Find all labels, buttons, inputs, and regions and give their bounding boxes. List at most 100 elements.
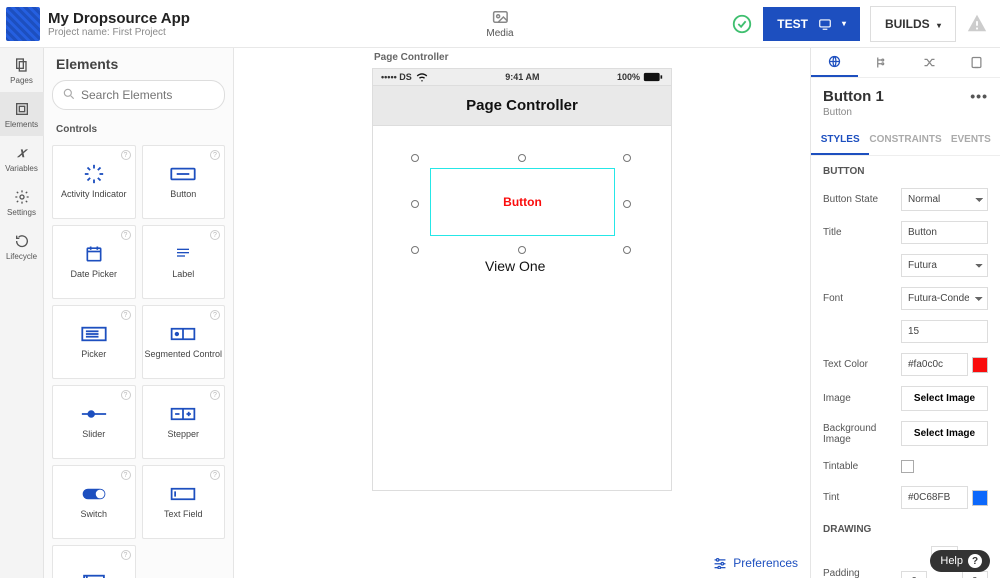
rail-lifecycle[interactable]: Lifecycle [0,224,44,268]
status-bar: ••••• DS 9:41 AM 100% [372,68,672,86]
rail-pages[interactable]: Pages [0,48,44,92]
builds-button[interactable]: BUILDS ▾ [870,6,956,42]
help-icon[interactable]: ? [121,230,131,240]
rail-elements[interactable]: Elements [0,92,44,136]
select-button-state[interactable]: Normal [901,188,988,211]
search-input[interactable] [52,80,225,110]
el-button[interactable]: ?Button [142,145,226,219]
lines-icon [169,244,197,264]
swatch-tint[interactable] [972,490,988,506]
warning-icon[interactable] [966,12,990,36]
input-tint[interactable] [901,486,968,509]
resize-handle[interactable] [623,154,631,162]
el-picker[interactable]: ? Picker [52,305,136,379]
label-tint: Tint [823,492,901,503]
help-button[interactable]: Help ? [930,550,990,572]
help-icon[interactable]: ? [210,150,220,160]
help-icon[interactable]: ? [121,310,131,320]
button-element[interactable]: Button [431,169,614,235]
help-icon[interactable]: ? [210,310,220,320]
rail-label: Elements [5,120,38,129]
help-icon[interactable]: ? [121,390,131,400]
component-header: Button 1 ••• [811,78,1000,107]
card-label: Stepper [167,430,199,440]
el-extra[interactable]: ? [52,545,136,578]
resize-handle[interactable] [411,246,419,254]
help-icon[interactable]: ? [210,390,220,400]
battery-icon [643,72,663,82]
el-date-picker[interactable]: ?Date Picker [52,225,136,299]
title-area: My Dropsource App Project name: First Pr… [48,10,190,38]
help-icon[interactable]: ? [121,470,131,480]
resize-handle[interactable] [411,200,419,208]
media-tab[interactable]: Media [486,8,513,39]
props-scroll[interactable]: BUTTON Button State Normal Title Futura … [811,156,1000,578]
test-button[interactable]: TEST ▾ [763,7,860,41]
help-label: Help [940,555,963,567]
search-icon [62,87,76,101]
selected-element[interactable]: Button [430,168,615,236]
page-body[interactable]: Button View One [372,126,672,491]
search-wrap [52,80,225,110]
resize-handle[interactable] [518,246,526,254]
rail-settings[interactable]: Settings [0,180,44,224]
test-label: TEST [777,17,808,31]
canvas-area[interactable]: Page Controller ••••• DS 9:41 AM 100% Pa… [234,0,810,578]
el-segmented[interactable]: ?Segmented Control [142,305,226,379]
topbar: My Dropsource App Project name: First Pr… [0,0,1000,48]
input-title[interactable] [901,221,988,244]
card-label: Picker [81,350,106,360]
caret-down-icon: ▾ [937,21,941,30]
help-icon[interactable]: ? [121,550,131,560]
textfield-icon [169,484,197,504]
select-image-button[interactable]: Select Image [901,386,988,411]
row-image: Image Select Image [811,381,1000,416]
card-label: Slider [82,430,105,440]
el-textfield[interactable]: ?Text Field [142,465,226,539]
more-menu[interactable]: ••• [970,88,988,104]
help-icon[interactable]: ? [210,230,220,240]
select-bg-image-button[interactable]: Select Image [901,421,988,446]
card-label: Label [172,270,194,280]
left-rail: Pages Elements 𝑥 Variables Settings Life… [0,0,44,578]
tab-tree[interactable] [858,48,905,77]
row-tint: Tint [811,481,1000,514]
status-ok-icon [731,13,753,35]
el-slider[interactable]: ? Slider [52,385,136,459]
row-tintable: Tintable [811,451,1000,481]
select-font-family[interactable]: Futura [901,254,988,277]
tab-shuffle[interactable] [906,48,953,77]
tab-constraints[interactable]: CONSTRAINTS [869,126,941,155]
project-line: Project name: First Project [48,27,190,38]
tab-events[interactable]: EVENTS [942,126,1000,155]
preferences-link[interactable]: Preferences [713,556,798,570]
resize-handle[interactable] [623,246,631,254]
label-title: Title [823,227,901,238]
swatch-text-color[interactable] [972,357,988,373]
label-button-state: Button State [823,194,901,205]
el-stepper[interactable]: ? Stepper [142,385,226,459]
pad-left[interactable] [901,571,927,578]
caret-down-icon: ▾ [842,19,846,28]
help-icon[interactable]: ? [210,470,220,480]
select-font-face[interactable]: Futura-CondensedMed [901,287,988,310]
tab-device[interactable] [953,48,1000,77]
el-label[interactable]: ? Label [142,225,226,299]
resize-handle[interactable] [411,154,419,162]
help-icon[interactable]: ? [121,150,131,160]
rail-variables[interactable]: 𝑥 Variables [0,136,44,180]
el-activity-indicator[interactable]: ?Activity Indicator [52,145,136,219]
tab-styles[interactable]: STYLES [811,126,869,155]
checkbox-tintable[interactable] [901,460,914,473]
project-name: First Project [112,27,165,38]
input-font-size[interactable] [901,320,988,343]
el-switch[interactable]: ? Switch [52,465,136,539]
card-label: Switch [80,510,107,520]
pad-right[interactable] [962,571,988,578]
resize-handle[interactable] [518,154,526,162]
app-logo [6,7,40,41]
lifecycle-icon [13,232,31,250]
tab-globe[interactable] [811,48,858,77]
input-text-color[interactable] [901,353,968,376]
resize-handle[interactable] [623,200,631,208]
